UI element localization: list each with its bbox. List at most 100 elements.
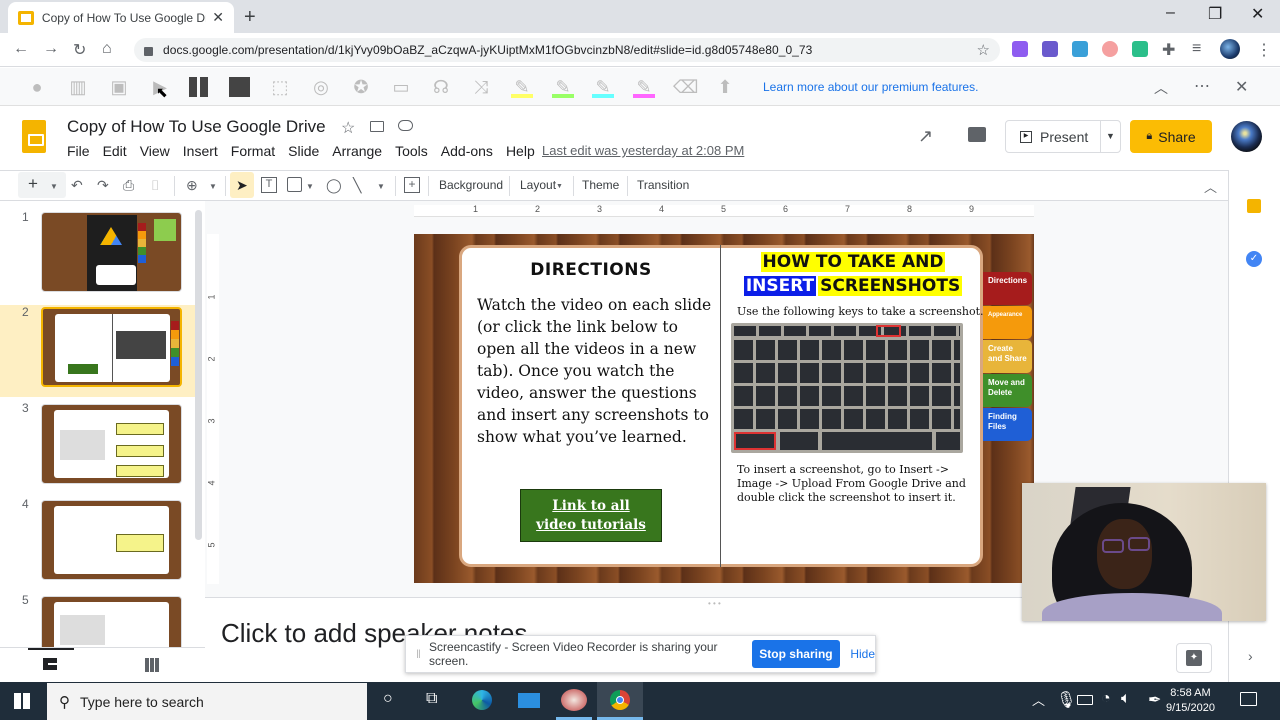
cortana-icon[interactable]: ○ (383, 690, 393, 708)
extensions-puzzle-icon[interactable]: ✚ (1162, 40, 1175, 60)
menu-slide[interactable]: Slide (288, 143, 319, 159)
expand-panel-icon[interactable]: › (1248, 648, 1253, 664)
eraser-icon[interactable]: ⌫ (673, 76, 698, 98)
browser-tab[interactable]: Copy of How To Use Google Drive ✕ (8, 2, 234, 33)
present-dropdown-icon[interactable]: ▼ (1100, 121, 1120, 152)
account-avatar[interactable] (1231, 121, 1262, 152)
new-tab-button[interactable]: + (244, 6, 256, 29)
close-toolbar-icon[interactable]: ✕ (1235, 77, 1248, 97)
grid-view-icon[interactable] (145, 658, 159, 672)
close-window-button[interactable]: ✕ (1251, 4, 1264, 24)
reload-icon[interactable]: ↻ (73, 40, 86, 60)
drag-handle-icon[interactable]: ‖ (416, 647, 421, 661)
stop-icon[interactable] (229, 77, 250, 97)
highlighter-yellow-icon[interactable]: ✎ (511, 76, 533, 98)
hide-button[interactable]: Hide (850, 647, 875, 661)
slide-thumbnail-3[interactable] (41, 404, 182, 484)
new-slide-button[interactable] (18, 172, 66, 198)
side-tab-appearance[interactable]: Appearance (983, 306, 1032, 339)
menu-insert[interactable]: Insert (183, 143, 218, 159)
minimize-button[interactable]: – (1166, 4, 1175, 22)
url-field[interactable]: docs.google.com/presentation/d/1kjYvy09b… (134, 38, 1000, 62)
notifications-icon[interactable] (1240, 692, 1257, 706)
chevron-down-icon[interactable]: ▼ (50, 182, 58, 191)
more-options-icon[interactable]: ⋯ (1194, 76, 1210, 96)
present-button[interactable]: ▶ Present ▼ (1005, 120, 1121, 153)
chrome-taskbar-button[interactable] (597, 682, 643, 720)
wifi-icon[interactable]: ◔ (1101, 690, 1111, 708)
document-title[interactable]: Copy of How To Use Google Drive (67, 117, 326, 137)
theme-button[interactable]: Theme (582, 178, 619, 192)
slide-thumbnail-1[interactable] (41, 212, 182, 292)
show-hidden-icons[interactable]: ︿ (1032, 690, 1045, 709)
image-dropdown-icon[interactable]: ▼ (306, 182, 314, 191)
menu-view[interactable]: View (140, 143, 170, 159)
menu-tools[interactable]: Tools (395, 143, 428, 159)
windows-start-icon[interactable] (14, 693, 30, 709)
taskbar-search[interactable]: ⚲ Type here to search (47, 683, 367, 720)
snip-sketch-icon[interactable] (561, 689, 587, 711)
menu-file[interactable]: File (67, 143, 90, 159)
back-icon[interactable]: ← (13, 40, 29, 58)
pause-icon[interactable] (189, 77, 197, 97)
task-view-icon[interactable]: ⧉ (426, 690, 437, 708)
globe-search-icon[interactable]: ✪ (350, 76, 372, 98)
home-icon[interactable]: ⌂ (102, 40, 112, 58)
pen-icon[interactable]: ✒ (1148, 690, 1161, 710)
side-tab-directions[interactable]: Directions (983, 272, 1032, 305)
cloud-extension-icon[interactable] (1072, 41, 1088, 57)
explore-button[interactable]: ✦ (1176, 643, 1212, 673)
add-comment-icon[interactable]: + (404, 177, 420, 193)
collapse-toolbar-icon[interactable]: ︿ (1154, 78, 1168, 98)
media-control-icon[interactable]: ≡ (1192, 40, 1201, 58)
menu-addons[interactable]: Add-ons (441, 143, 493, 159)
slide-thumbnail-5[interactable] (41, 596, 182, 647)
pdf-extension-icon[interactable] (1042, 41, 1058, 57)
profile-avatar[interactable] (1220, 39, 1240, 59)
stop-sharing-button[interactable]: Stop sharing (751, 640, 841, 668)
slides-logo-icon[interactable] (22, 120, 46, 153)
headphones-icon[interactable]: ◎ (310, 76, 332, 98)
highlighter-green-icon[interactable]: ✎ (552, 76, 574, 98)
side-tab-create-share[interactable]: Create and Share (983, 340, 1032, 373)
support-icon[interactable]: ☊ (430, 76, 452, 98)
side-tab-finding-files[interactable]: Finding Files (983, 408, 1032, 441)
paint-format-icon[interactable]: ⌷ (151, 177, 159, 194)
highlighter-cyan-icon[interactable]: ✎ (592, 76, 614, 98)
system-clock[interactable]: 8:58 AM 9/15/2020 (1166, 686, 1215, 716)
last-edit-link[interactable]: Last edit was yesterday at 2:08 PM (542, 143, 744, 158)
chrome-menu-icon[interactable]: ⋮ (1256, 40, 1272, 60)
zoom-icon[interactable]: ⊕ (186, 177, 198, 194)
slide-thumbnail-2[interactable] (41, 307, 182, 387)
line-dropdown-icon[interactable]: ▼ (377, 182, 385, 191)
restore-button[interactable]: ❐ (1208, 4, 1222, 24)
menu-edit[interactable]: Edit (103, 143, 127, 159)
monitor-icon[interactable]: ▭ (390, 76, 412, 98)
battery-icon[interactable] (1077, 695, 1093, 705)
print-icon[interactable]: ⎙ (123, 177, 134, 194)
slide-thumbnail-4[interactable] (41, 500, 182, 580)
layout-button[interactable]: Layout (520, 178, 556, 192)
premium-features-link[interactable]: Learn more about our premium features. (763, 80, 978, 94)
layout-dropdown-icon[interactable]: ▼ (556, 183, 563, 190)
keep-icon[interactable] (1247, 199, 1261, 213)
reader-icon[interactable]: ⬆ (714, 76, 736, 98)
filmstrip-view-icon[interactable] (43, 658, 57, 670)
text-box-icon[interactable]: T (261, 177, 277, 193)
microphone-icon[interactable]: 🎙︎ (1056, 690, 1076, 710)
book-icon[interactable]: ▥ (67, 76, 89, 98)
star-icon[interactable]: ☆ (341, 118, 355, 138)
menu-arrange[interactable]: Arrange (332, 143, 382, 159)
image-icon[interactable]: ▣ (108, 76, 130, 98)
tasks-icon[interactable]: ✓ (1246, 251, 1262, 267)
comments-icon[interactable] (968, 127, 986, 142)
bitmoji-extension-icon[interactable] (1132, 41, 1148, 57)
forward-icon[interactable]: → (43, 40, 59, 58)
video-tutorials-link[interactable]: Link to all video tutorials (520, 489, 662, 542)
redo-icon[interactable]: ↷ (97, 177, 109, 194)
side-tab-move-delete[interactable]: Move and Delete (983, 374, 1032, 407)
menu-format[interactable]: Format (231, 143, 275, 159)
undo-icon[interactable]: ↶ (71, 177, 83, 194)
activity-trend-icon[interactable]: ↗ (918, 126, 933, 147)
close-tab-icon[interactable]: ✕ (212, 9, 224, 26)
